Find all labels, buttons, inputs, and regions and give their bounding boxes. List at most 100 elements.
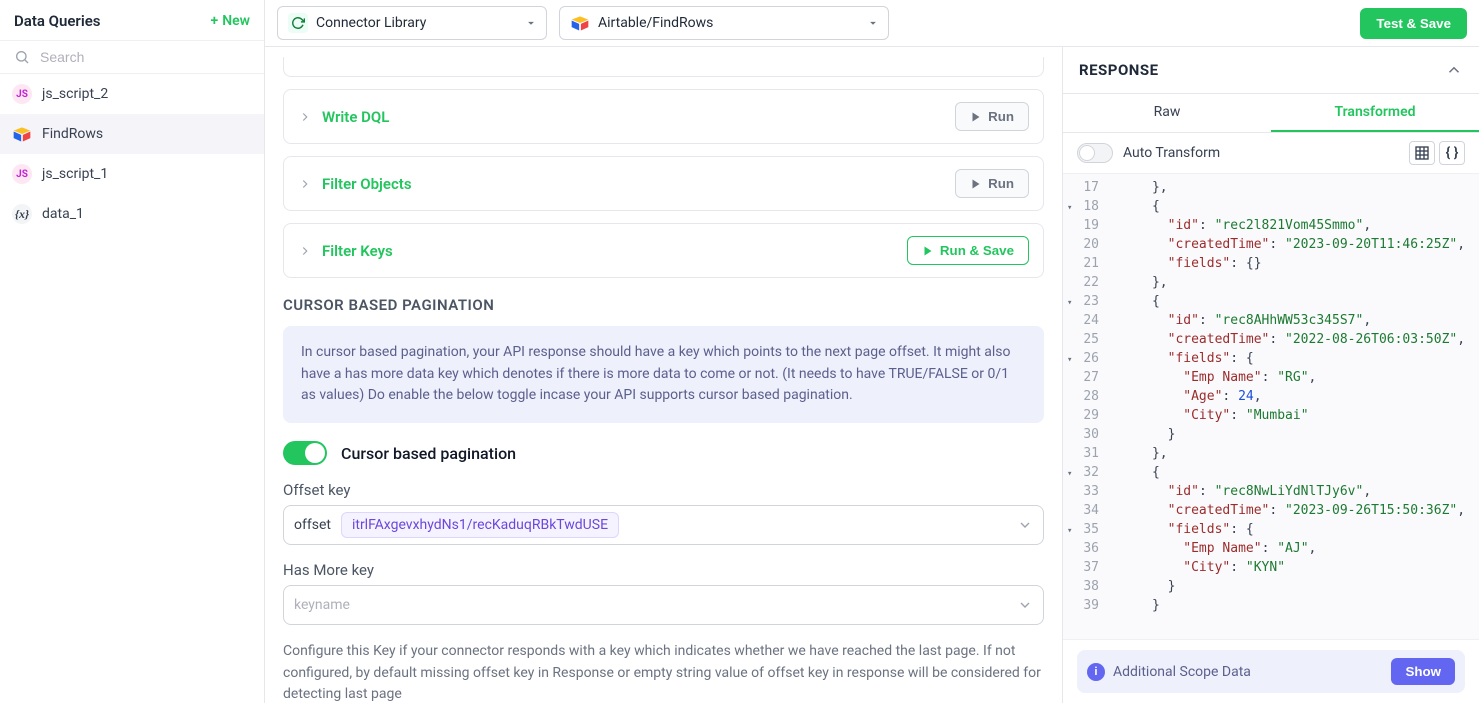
response-title: RESPONSE: [1079, 61, 1159, 79]
connector-instance-select[interactable]: Airtable/FindRows: [559, 6, 889, 40]
connector-type-select[interactable]: Connector Library: [277, 6, 547, 40]
auto-transform-toggle[interactable]: [1077, 143, 1113, 163]
code-line: 25 "createdTime": "2022-08-26T06:03:50Z"…: [1063, 330, 1479, 349]
airtable-icon: [12, 124, 32, 144]
code-line: 26▾ "fields": {: [1063, 349, 1479, 368]
airtable-icon: [570, 13, 590, 33]
tab-raw[interactable]: Raw: [1063, 94, 1271, 132]
scope-label: Additional Scope Data: [1113, 664, 1251, 680]
scope-data-bar: i Additional Scope Data Show: [1077, 650, 1465, 693]
chevron-right-icon[interactable]: [298, 110, 312, 124]
chevron-down-icon: [1017, 517, 1033, 533]
sidebar-item[interactable]: {x} data_1: [0, 194, 264, 234]
code-line: 21 "fields": {}: [1063, 254, 1479, 273]
tab-transformed[interactable]: Transformed: [1271, 94, 1479, 132]
panel-filter-objects: Filter Objects Run: [283, 156, 1044, 211]
run-dql-button[interactable]: Run: [955, 102, 1029, 131]
auto-transform-label: Auto Transform: [1123, 145, 1220, 161]
info-icon: i: [1087, 663, 1105, 681]
search-icon: [14, 49, 30, 65]
panel-filter-keys: Filter Keys Run & Save: [283, 223, 1044, 278]
show-scope-button[interactable]: Show: [1391, 658, 1455, 685]
chevron-right-icon[interactable]: [298, 244, 312, 258]
run-label: Run: [988, 109, 1014, 124]
play-icon: [970, 111, 982, 123]
connector-library-icon: [288, 13, 308, 33]
sidebar-item-label: data_1: [42, 206, 84, 222]
code-line: 23▾ {: [1063, 292, 1479, 311]
hasmore-key-select[interactable]: keyname: [283, 585, 1044, 625]
code-line: 38 }: [1063, 577, 1479, 596]
code-line: 22 },: [1063, 273, 1479, 292]
js-icon: JS: [12, 164, 32, 184]
code-line: 36 "Emp Name": "AJ",: [1063, 539, 1479, 558]
new-label: New: [222, 13, 250, 29]
chevron-down-icon: [1017, 597, 1033, 613]
code-line: 35▾ "fields": {: [1063, 520, 1479, 539]
chevron-down-icon: [524, 16, 538, 30]
hasmore-helper-text: Configure this Key if your connector res…: [283, 641, 1044, 703]
topbar: Connector Library Airtable/FindRows Test…: [265, 0, 1479, 47]
test-save-button[interactable]: Test & Save: [1360, 8, 1467, 39]
code-line: 33 "id": "rec8NwLiYdNlTJy6v",: [1063, 482, 1479, 501]
code-line: 24 "id": "rec8AHhWW53c345S7",: [1063, 311, 1479, 330]
sidebar-item[interactable]: JS js_script_2: [0, 74, 264, 114]
offset-key-value-chip: itrlFAxgevxhydNs1/recKaduqRBkTwdUSE: [341, 512, 619, 538]
code-line: 29 "City": "Mumbai": [1063, 406, 1479, 425]
connector-type-value: Connector Library: [316, 15, 426, 31]
code-line: 19 "id": "rec2l821Vom45Smmo",: [1063, 216, 1479, 235]
code-line: 17 },: [1063, 178, 1479, 197]
offset-key-prefix: offset: [294, 517, 331, 533]
js-icon: JS: [12, 84, 32, 104]
panel-filter-keys-title: Filter Keys: [322, 242, 393, 260]
variable-icon: {x}: [12, 204, 32, 224]
sidebar-item-label: js_script_1: [42, 166, 108, 182]
plus-icon: +: [211, 13, 219, 29]
code-line: 39 }: [1063, 596, 1479, 615]
sidebar-item-label: FindRows: [42, 126, 103, 142]
pagination-info: In cursor based pagination, your API res…: [283, 326, 1044, 423]
hasmore-key-placeholder: keyname: [294, 597, 350, 613]
panel-write-dql: Write DQL Run: [283, 89, 1044, 144]
chevron-down-icon: [866, 16, 880, 30]
view-table-icon[interactable]: [1409, 141, 1435, 165]
view-json-icon[interactable]: { }: [1439, 141, 1465, 165]
code-line: 27 "Emp Name": "RG",: [1063, 368, 1479, 387]
play-icon: [970, 178, 982, 190]
new-query-button[interactable]: + New: [211, 13, 250, 29]
run-save-filter-keys-button[interactable]: Run & Save: [907, 236, 1029, 265]
cursor-pagination-toggle[interactable]: [283, 441, 327, 465]
response-code[interactable]: 17 },18▾ {19 "id": "rec2l821Vom45Smmo",2…: [1063, 173, 1479, 640]
sidebar-item[interactable]: FindRows: [0, 114, 264, 154]
hasmore-key-label: Has More key: [283, 561, 1044, 579]
chevron-right-icon[interactable]: [298, 177, 312, 191]
run-save-label: Run & Save: [940, 243, 1014, 258]
response-panel: RESPONSE Raw Transformed Auto Transform: [1063, 47, 1479, 703]
run-filter-objects-button[interactable]: Run: [955, 169, 1029, 198]
cursor-pagination-label: Cursor based pagination: [341, 444, 516, 463]
code-line: 32▾ {: [1063, 463, 1479, 482]
panel-write-dql-title: Write DQL: [322, 108, 389, 126]
run-label: Run: [988, 176, 1014, 191]
connector-instance-value: Airtable/FindRows: [598, 15, 713, 31]
code-line: 34 "createdTime": "2023-09-26T15:50:36Z"…: [1063, 501, 1479, 520]
play-icon: [922, 245, 934, 257]
sidebar-title: Data Queries: [14, 12, 101, 30]
sidebar-item[interactable]: JS js_script_1: [0, 154, 264, 194]
panel-filter-objects-title: Filter Objects: [322, 175, 412, 193]
code-line: 30 }: [1063, 425, 1479, 444]
code-line: 37 "City": "KYN": [1063, 558, 1479, 577]
sidebar: Data Queries + New JS js_script_2 FindRows…: [0, 0, 265, 703]
code-line: 18▾ {: [1063, 197, 1479, 216]
collapse-response-icon[interactable]: [1445, 61, 1463, 79]
code-line: 20 "createdTime": "2023-09-20T11:46:25Z"…: [1063, 235, 1479, 254]
sidebar-item-label: js_script_2: [42, 86, 108, 102]
code-line: 28 "Age": 24,: [1063, 387, 1479, 406]
search-input[interactable]: [40, 49, 250, 65]
search-field[interactable]: [0, 40, 264, 74]
offset-key-select[interactable]: offset itrlFAxgevxhydNs1/recKaduqRBkTwdU…: [283, 505, 1044, 545]
offset-key-label: Offset key: [283, 481, 1044, 499]
code-line: 31 },: [1063, 444, 1479, 463]
editor-center: Run Write DQL Run: [265, 47, 1063, 703]
pagination-heading: CURSOR BASED PAGINATION: [283, 296, 1044, 314]
